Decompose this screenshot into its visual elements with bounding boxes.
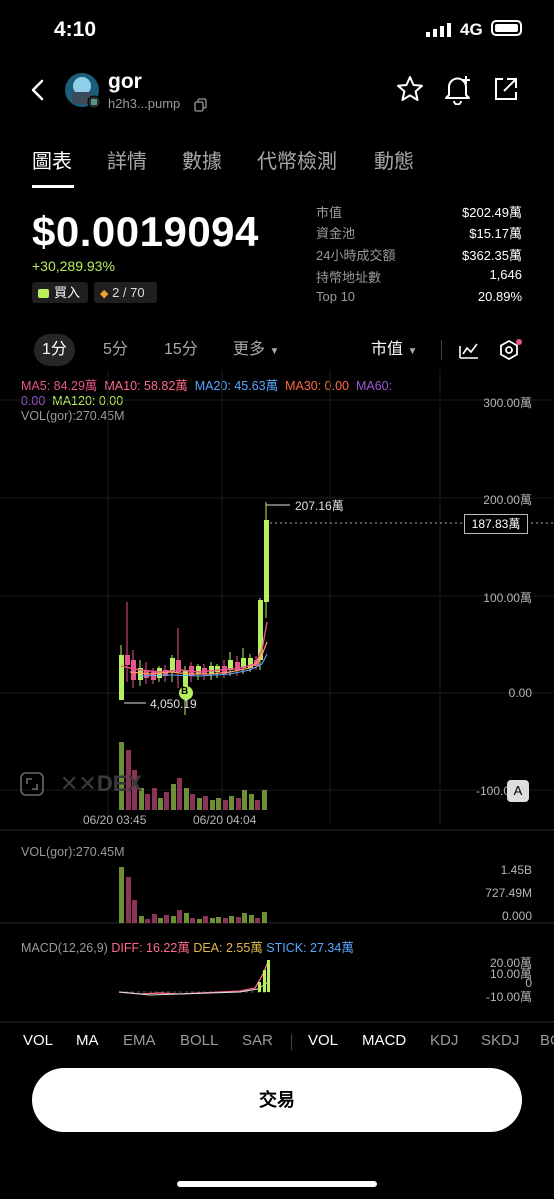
tab-data[interactable]: 數據 [182,145,222,174]
indicator-kdj[interactable]: KDJ [430,1032,458,1049]
token-price: $0.0019094 [32,208,259,255]
timeframe-bar: 1分 5分 15分 更多 ▼ 市值 ▼ [0,334,554,368]
mode-select[interactable]: 市值 ▼ [371,334,417,366]
time-label: 06/20 04:04 [193,813,257,827]
low-price-label: 4,050.19 [150,697,197,711]
candles [119,502,269,715]
star-icon[interactable] [396,75,424,103]
share-icon[interactable] [492,75,520,103]
bell-plus-icon[interactable] [443,73,473,105]
macd-lines [118,960,270,996]
tab-activity[interactable]: 動態 [374,145,414,174]
copy-icon[interactable] [194,98,208,112]
status-bar: 4:10 4G [0,0,554,60]
tab-chart[interactable]: 圖表 [32,145,72,174]
signal-icon [426,23,451,37]
dex-watermark: ✕✕DEX [60,771,143,796]
indicator-skdj[interactable]: SKDJ [481,1032,519,1049]
stat-row: 資金池 $15.17萬 [316,226,522,241]
home-indicator [177,1181,377,1187]
buy-badge[interactable]: 買入 [32,282,88,303]
vol-panel-bars [119,867,267,923]
indicator-chart-icon[interactable] [458,340,480,360]
tf-more[interactable]: 更多 ▼ [233,334,279,366]
axis-label-200: 200.00萬 [483,493,532,507]
okx-logo-icon: ✕✕ [60,771,97,796]
rank-badge[interactable]: ◆ 2 / 70 [94,282,157,303]
current-price-tag: 187.83萬 [464,514,528,534]
tab-token-check[interactable]: 代幣檢測 [257,145,337,174]
fullscreen-icon[interactable] [20,772,44,796]
indicator-ma[interactable]: MA [76,1032,99,1049]
status-time: 4:10 [54,18,97,41]
price-change: +30,289.93% [32,258,115,274]
buy-label: 買入 [54,285,81,300]
token-avatar [65,73,100,108]
settings-icon[interactable] [498,339,522,363]
tf-1m[interactable]: 1分 [34,334,75,366]
stat-row: Top 10 20.89% [316,289,522,304]
vol-axis-label: 1.45B [500,863,532,877]
price-chart[interactable] [0,370,554,1030]
macd-legend: MACD(12,26,9) DIFF: 16.22萬 DEA: 2.55萬 ST… [21,937,354,956]
axis-label-100: 100.00萬 [483,591,532,605]
diamond-icon: ◆ [100,288,109,300]
rank-value: 2 / 70 [112,285,145,300]
time-label: 06/20 03:45 [83,813,147,827]
stat-row: 24小時成交額 $362.35萬 [316,248,522,263]
vol-axis-label: 0.000 [501,909,532,923]
vol-axis-label: 727.49M [485,886,532,900]
active-tab-indicator [32,185,74,188]
tf-5m[interactable]: 5分 [103,334,128,366]
tab-details[interactable]: 詳情 [107,145,147,174]
caret-down-icon: ▼ [269,346,280,357]
indicator-ema[interactable]: EMA [123,1032,156,1049]
indicator-bar: VOL MA EMA BOLL SAR VOL MACD KDJ SKDJ BO [0,1028,554,1054]
battery-icon [491,20,522,36]
token-address: h2h3...pump [108,96,181,111]
network-type: 4G [460,20,483,39]
tf-15m[interactable]: 15分 [164,334,198,366]
macd-title: MACD(12,26,9) [21,941,108,955]
indicator-vol[interactable]: VOL [23,1032,53,1049]
buy-marker-label: B [181,686,189,697]
indicator-vol-sub[interactable]: VOL [308,1032,338,1049]
stat-row: 持幣地址數 1,646 [316,267,522,285]
stat-row: 市值 $202.49萬 [316,205,522,220]
token-name: gor [108,70,142,93]
high-price-label: 207.16萬 [295,499,344,513]
wallet-icon [38,289,49,298]
vol-panel-title: VOL(gor):270.45M [21,845,125,859]
indicator-bo[interactable]: BO [540,1032,554,1049]
trade-button[interactable]: 交易 [32,1068,522,1132]
macd-stick: STICK: 27.34萬 [266,941,354,955]
axis-label-0: 0.00 [508,686,532,700]
indicator-boll[interactable]: BOLL [180,1032,218,1049]
macd-diff: DIFF: 16.22萬 [111,941,190,955]
caret-down-icon: ▼ [407,346,418,357]
macd-axis-label: -10.00萬 [485,990,532,1004]
indicator-macd[interactable]: MACD [362,1032,406,1049]
indicator-sar[interactable]: SAR [242,1032,273,1049]
back-arrow-icon[interactable] [28,78,48,102]
auto-scale-button[interactable]: A [507,780,529,802]
axis-label-300: 300.00萬 [483,396,532,410]
axis-label-neg100: -100.0 [475,784,510,798]
macd-dea: DEA: 2.55萬 [193,941,263,955]
